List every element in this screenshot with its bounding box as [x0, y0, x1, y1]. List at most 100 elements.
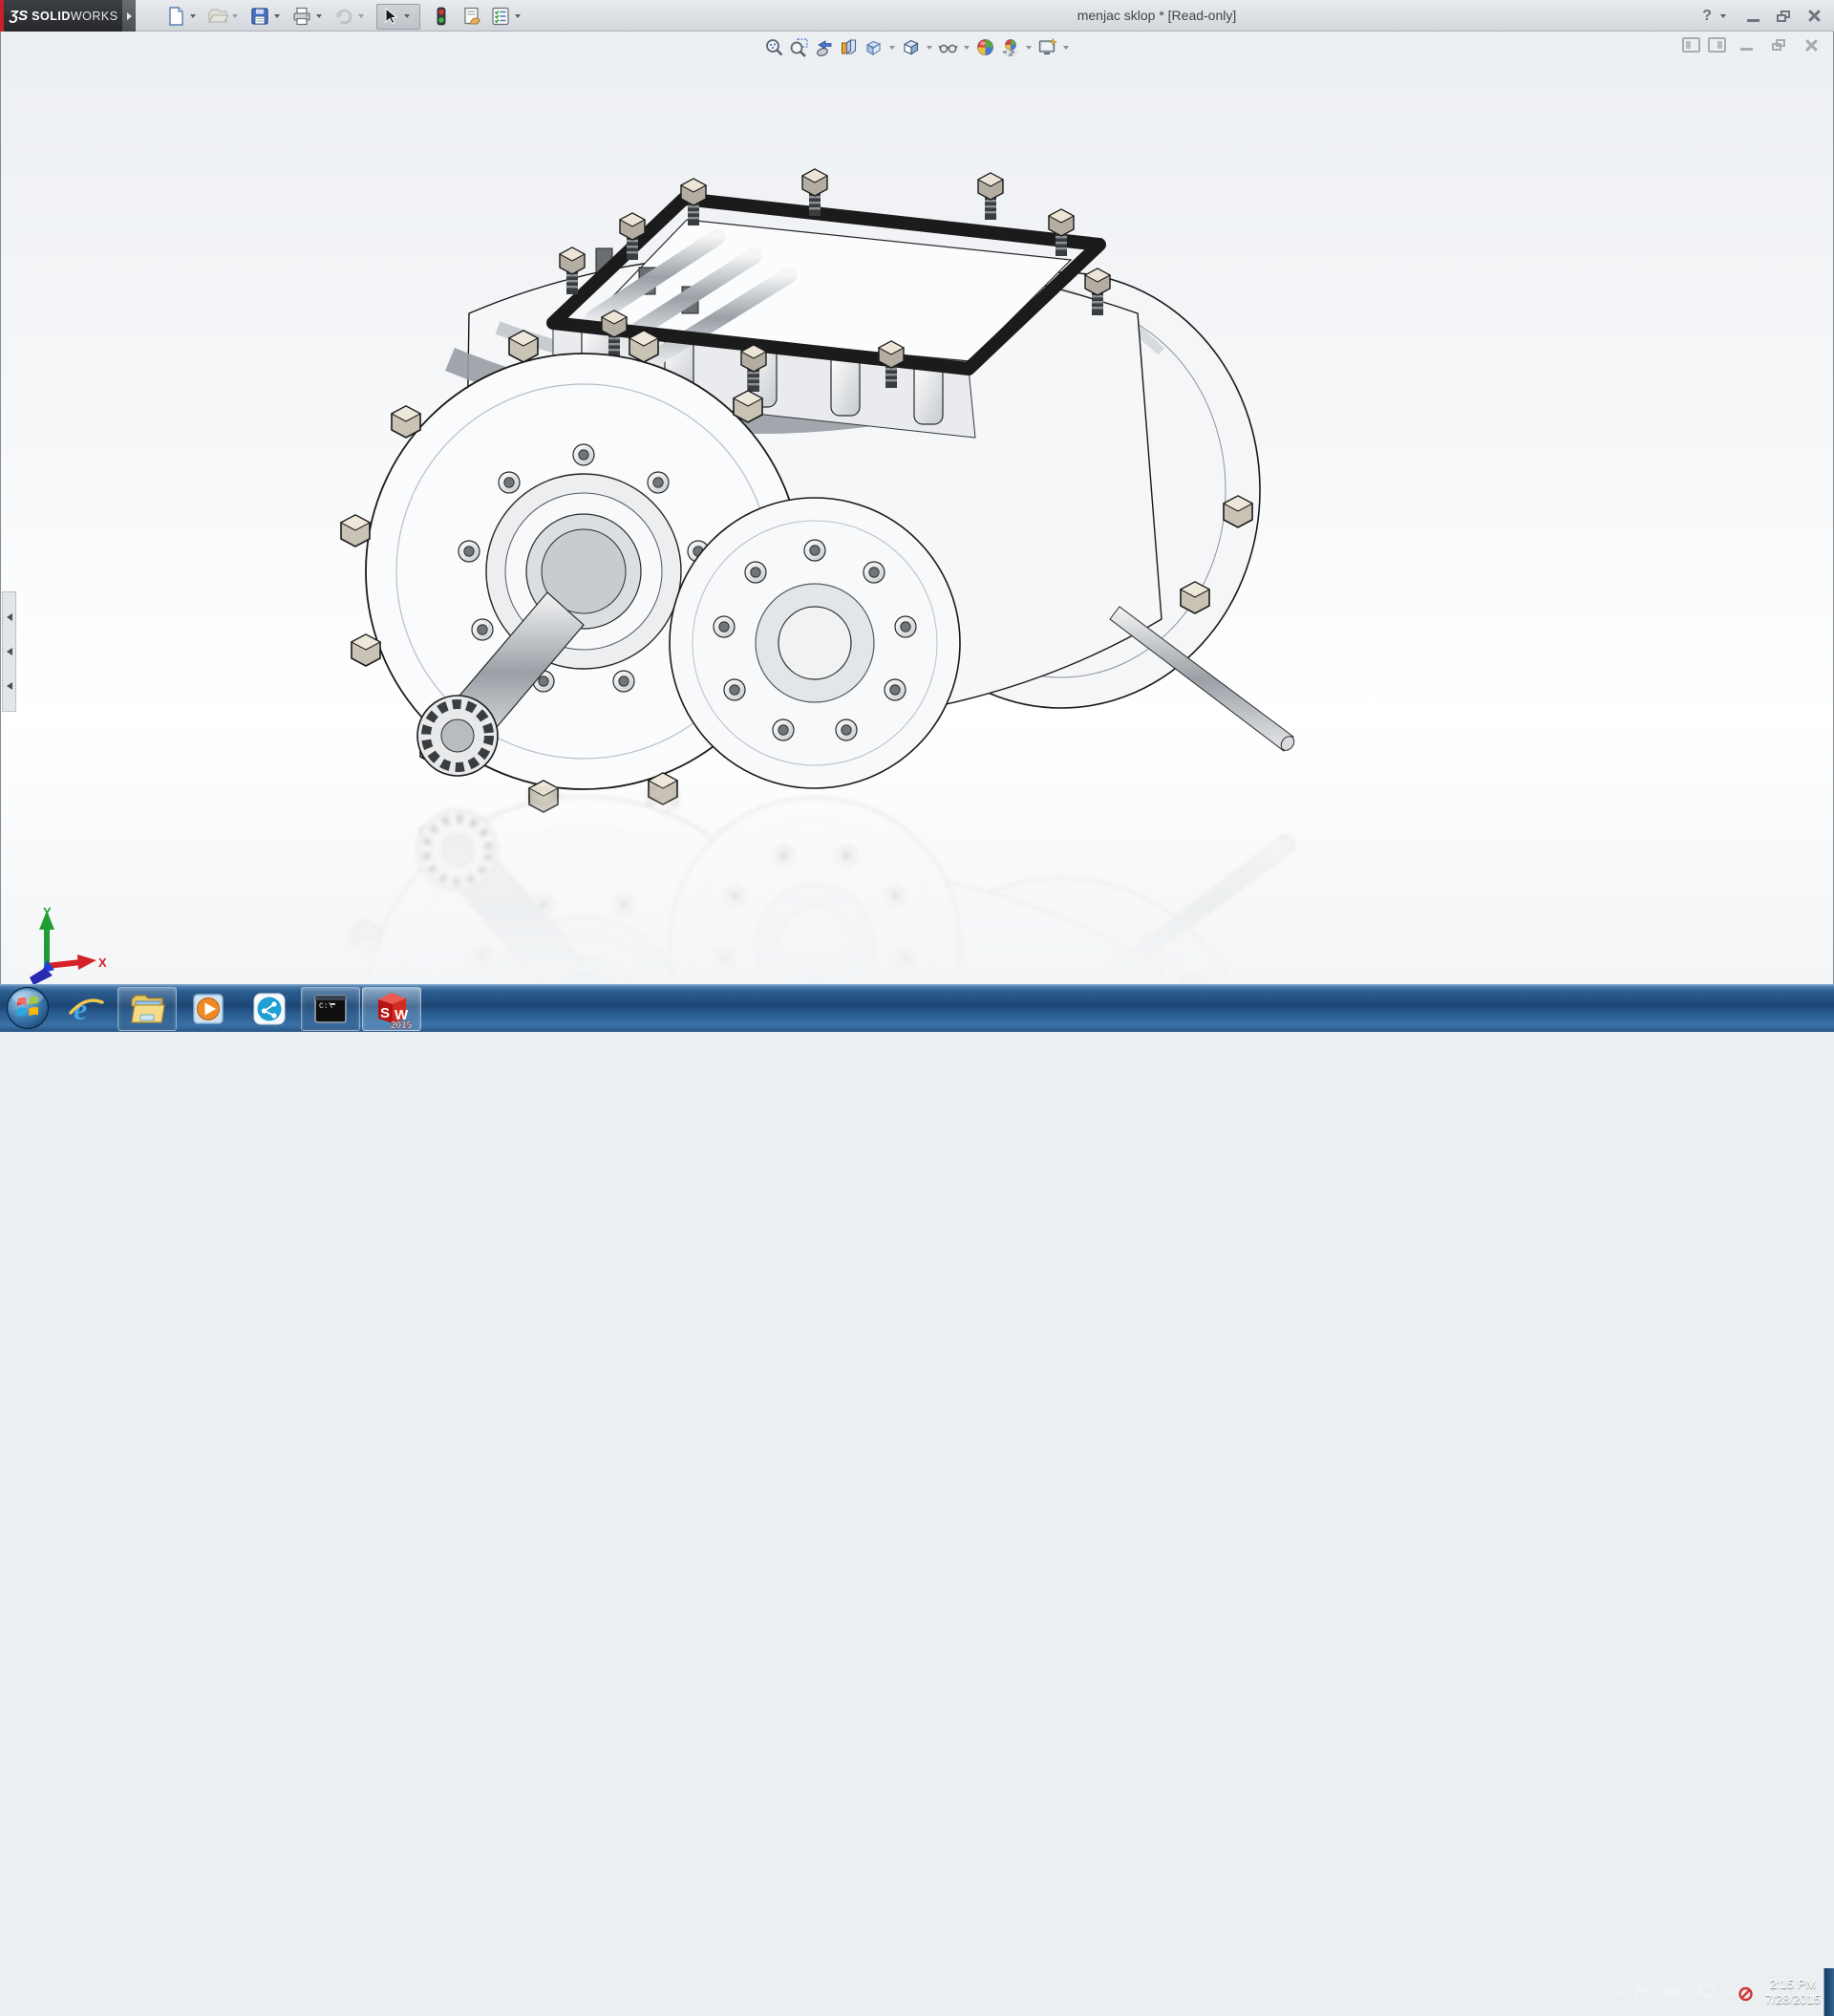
hidden-icons-chevron[interactable] [1612, 1989, 1622, 1995]
eyeglasses-icon [938, 37, 958, 57]
view-settings-button[interactable] [1036, 36, 1058, 58]
zoom-to-fit-button[interactable] [763, 36, 785, 58]
solidworks-logo: ƷS SOLIDWORKS [0, 0, 122, 32]
internet-explorer-icon: e [67, 990, 105, 1028]
help-dropdown[interactable] [1717, 5, 1729, 28]
close-button[interactable] [1802, 8, 1826, 25]
display-style-dropdown[interactable] [925, 46, 934, 50]
options-button[interactable] [489, 5, 512, 28]
new-document-button[interactable] [164, 5, 187, 28]
previous-view-icon [814, 37, 834, 57]
viewport-window-controls [1682, 36, 1823, 54]
view-settings-icon [1037, 37, 1057, 57]
panel-toggle-right-button[interactable] [1708, 37, 1726, 53]
select-tool-button[interactable] [378, 5, 401, 28]
doc-restore-button[interactable] [1766, 36, 1791, 54]
open-button[interactable] [206, 5, 229, 28]
print-button[interactable] [290, 5, 313, 28]
doc-minimize-button[interactable] [1734, 36, 1759, 54]
previous-view-button[interactable] [813, 36, 835, 58]
file-properties-button[interactable] [460, 5, 483, 28]
apply-scene-icon [1000, 37, 1020, 57]
action-center-flag-icon[interactable] [1634, 1984, 1651, 2001]
edit-appearance-button[interactable] [974, 36, 996, 58]
arrow-right-icon [127, 12, 132, 20]
arrow-left-icon [7, 613, 12, 621]
options-checklist-icon [490, 6, 511, 27]
open-dropdown[interactable] [229, 5, 241, 28]
close-icon [1808, 10, 1821, 22]
start-button[interactable] [0, 984, 55, 1032]
taskbar-media-player[interactable] [179, 987, 238, 1031]
main-toolbar [162, 3, 529, 30]
help-button[interactable]: ? [1702, 8, 1712, 25]
volume-muted-icon[interactable] [1730, 1984, 1753, 2002]
windows-start-orb-icon [6, 986, 50, 1030]
model-reflection [341, 774, 1297, 984]
zoom-to-area-button[interactable] [788, 36, 810, 58]
taskbar-share-app[interactable] [240, 987, 299, 1031]
arrow-left-icon [7, 648, 12, 655]
print-dropdown[interactable] [313, 5, 325, 28]
taskbar-command-prompt[interactable]: C:\ [301, 987, 360, 1031]
sw-year-badge: 2015 [391, 1020, 412, 1029]
undo-button[interactable] [332, 5, 355, 28]
graphics-viewport[interactable]: Y X Z *Dimetric [0, 32, 1834, 984]
arrow-left-icon [7, 682, 12, 690]
appearance-ball-icon [975, 37, 995, 57]
zoom-to-area-icon [789, 37, 809, 57]
select-tool-dropdown[interactable] [401, 5, 413, 28]
model-3d-gearbox[interactable] [307, 122, 1319, 984]
section-view-icon [839, 37, 859, 57]
save-button[interactable] [248, 5, 271, 28]
feature-tree-collapsed-tab[interactable] [2, 591, 16, 712]
triad-x-label: X [98, 955, 107, 970]
new-document-dropdown[interactable] [187, 5, 199, 28]
doc-minimize-icon [1740, 48, 1753, 51]
title-bar: ƷS SOLIDWORKS [0, 0, 1834, 32]
taskbar-windows-explorer[interactable] [117, 987, 177, 1031]
apply-scene-dropdown[interactable] [1024, 46, 1034, 50]
save-dropdown[interactable] [271, 5, 283, 28]
apply-scene-button[interactable] [999, 36, 1021, 58]
hide-show-items-button[interactable] [937, 36, 959, 58]
traffic-light-icon [431, 6, 452, 27]
section-view-button[interactable] [838, 36, 860, 58]
options-dropdown[interactable] [512, 5, 523, 28]
select-tool-group [376, 4, 420, 30]
logo-red-strip [0, 0, 4, 32]
view-settings-dropdown[interactable] [1061, 46, 1071, 50]
restore-button[interactable] [1771, 8, 1796, 25]
restore-icon [1777, 11, 1790, 22]
menu-expand-arrow[interactable] [122, 0, 136, 32]
undo-dropdown[interactable] [355, 5, 367, 28]
tray-date: 7/28/2015 [1765, 1992, 1821, 2007]
solidworks-2015-icon: S W 2015 [372, 989, 412, 1029]
doc-close-button[interactable] [1799, 36, 1823, 54]
open-folder-icon [207, 6, 228, 27]
save-floppy-icon [249, 6, 270, 27]
sw-letter-s: S [380, 1005, 390, 1021]
show-desktop-button[interactable] [1823, 1968, 1834, 2016]
rebuild-button[interactable] [430, 5, 453, 28]
hide-show-items-dropdown[interactable] [962, 46, 971, 50]
panel-toggle-left-button[interactable] [1682, 37, 1700, 53]
panel-right-icon [1717, 41, 1722, 49]
display-style-button[interactable] [900, 36, 922, 58]
heads-up-view-toolbar [763, 36, 1071, 58]
titlebar-window-controls: ? [1702, 0, 1826, 32]
tray-time: 2:15 PM [1765, 1977, 1821, 1992]
windows-explorer-icon [128, 990, 166, 1028]
minimize-button[interactable] [1740, 8, 1765, 25]
taskbar-internet-explorer[interactable]: e [56, 987, 116, 1031]
undo-icon [333, 6, 354, 27]
view-orientation-button[interactable] [863, 36, 885, 58]
media-player-icon [189, 990, 227, 1028]
power-battery-icon[interactable] [1663, 1984, 1684, 2001]
view-orientation-dropdown[interactable] [887, 46, 897, 50]
view-orientation-icon [864, 37, 884, 57]
network-icon[interactable] [1696, 1984, 1717, 2001]
taskbar-solidworks[interactable]: S W 2015 [362, 987, 421, 1031]
clock[interactable]: 2:15 PM 7/28/2015 [1765, 1977, 1821, 2007]
zoom-to-fit-icon [764, 37, 784, 57]
